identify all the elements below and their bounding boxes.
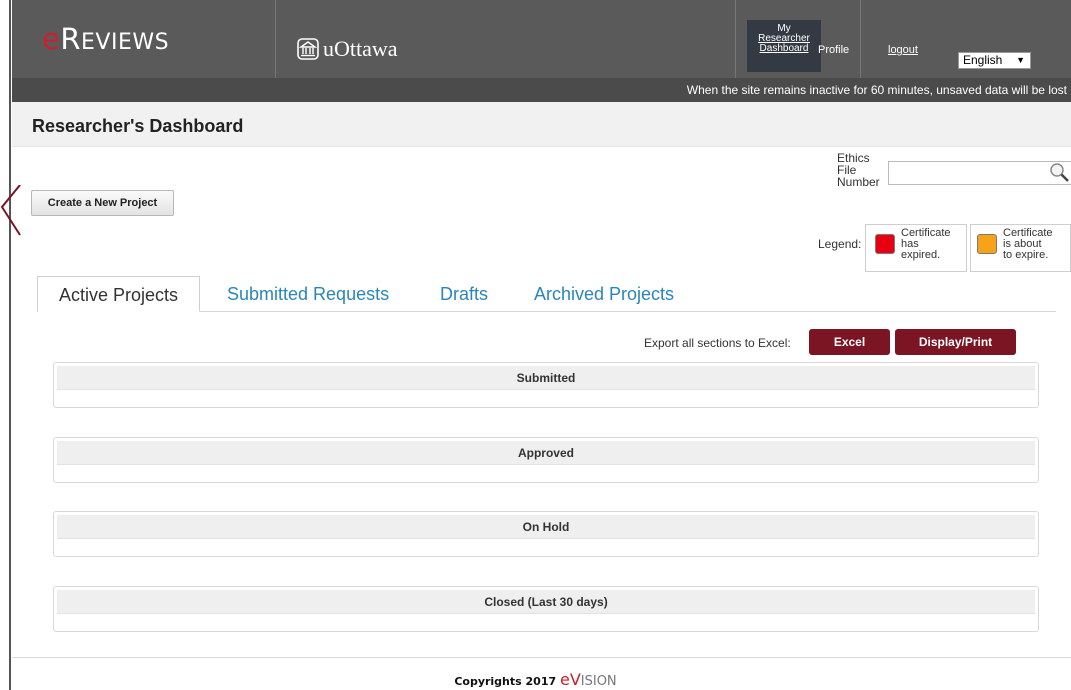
section-submitted: Submitted xyxy=(53,362,1039,408)
nav-profile-link[interactable]: Profile xyxy=(818,44,849,56)
inactivity-banner: When the site remains inactive for 60 mi… xyxy=(12,78,1071,102)
chevron-down-icon: ▼ xyxy=(1016,55,1025,65)
legend-item-about-to-expire: Certificate is about to expire. xyxy=(977,228,1053,261)
university-building-icon xyxy=(297,38,319,60)
tab-archived-projects[interactable]: Archived Projects xyxy=(534,276,674,312)
section-on-hold: On Hold xyxy=(53,511,1039,557)
copyright-text: Copyrights 2017 xyxy=(454,675,557,688)
ereviews-logo[interactable]: eREVIEWS xyxy=(42,22,169,56)
nav-my-researcher-dashboard[interactable]: My Researcher Dashboard xyxy=(747,20,821,72)
header-divider xyxy=(275,0,276,78)
header-divider xyxy=(735,0,736,78)
section-closed: Closed (Last 30 days) xyxy=(53,586,1039,632)
section-approved: Approved xyxy=(53,437,1039,483)
nav-logout-link[interactable]: logout xyxy=(888,44,918,56)
page-title: Researcher's Dashboard xyxy=(32,116,244,136)
section-header[interactable]: On Hold xyxy=(57,515,1035,539)
search-icon[interactable] xyxy=(1048,161,1070,188)
legend-item-expired: Certificate has expired. xyxy=(875,228,951,261)
title-bar: Researcher's Dashboard xyxy=(12,102,1071,147)
top-header: eREVIEWS uOttawa My Researcher Dashboard… xyxy=(12,0,1071,78)
institution-name: uOttawa xyxy=(323,36,398,61)
ethics-file-number-input[interactable] xyxy=(888,161,1071,185)
ethics-file-number-label: Ethics File Number xyxy=(837,151,880,189)
section-header[interactable]: Approved xyxy=(57,441,1035,465)
tab-drafts[interactable]: Drafts xyxy=(440,276,488,312)
display-print-button[interactable]: Display/Print xyxy=(895,329,1016,355)
tab-submitted-requests[interactable]: Submitted Requests xyxy=(227,276,389,312)
left-arrow-marker xyxy=(0,184,22,250)
tab-active-projects[interactable]: Active Projects xyxy=(37,276,201,312)
footer: Copyrights 2017 eVISION xyxy=(454,670,617,689)
left-edge-line xyxy=(9,0,11,690)
language-select[interactable]: English ▼ xyxy=(958,52,1031,69)
export-label: Export all sections to Excel: xyxy=(644,336,791,350)
red-swatch xyxy=(875,234,895,254)
excel-button[interactable]: Excel xyxy=(809,329,890,355)
create-project-button[interactable]: Create a New Project xyxy=(31,190,174,216)
section-header[interactable]: Submitted xyxy=(57,366,1035,390)
footer-divider xyxy=(12,657,1071,658)
orange-swatch xyxy=(977,234,997,254)
uottawa-logo[interactable]: uOttawa xyxy=(297,36,398,62)
header-divider xyxy=(860,0,861,78)
evision-logo: e xyxy=(559,670,570,689)
legend-label: Legend: xyxy=(818,237,862,251)
section-header[interactable]: Closed (Last 30 days) xyxy=(57,590,1035,614)
inactivity-notice: When the site remains inactive for 60 mi… xyxy=(686,83,1067,97)
